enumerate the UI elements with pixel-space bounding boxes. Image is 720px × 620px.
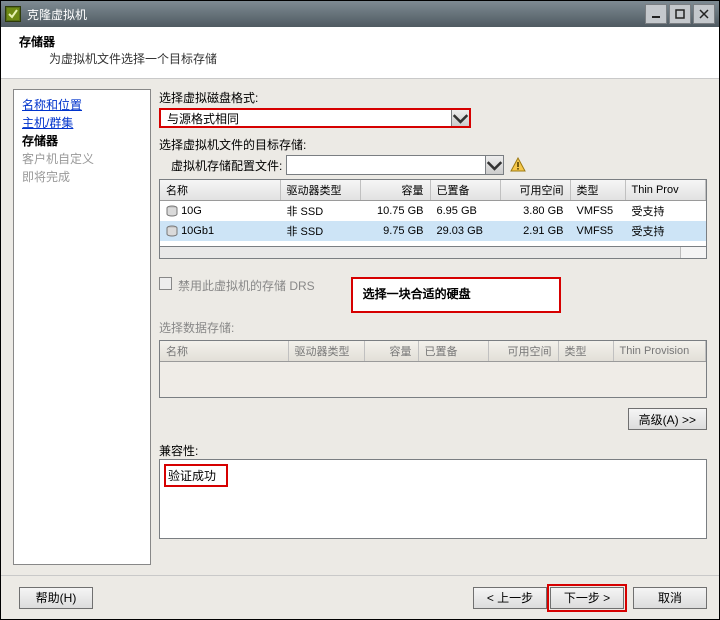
storage-profile-label: 虚拟机存储配置文件: [171,157,282,174]
datastore-icon [166,225,178,237]
col2-name: 名称 [160,341,288,362]
disable-storage-drs-checkbox [159,277,172,290]
window-title: 克隆虚拟机 [27,6,643,23]
datastore-icon [166,205,178,217]
col2-drive-type: 驱动器类型 [288,341,364,362]
disable-storage-drs-label: 禁用此虚拟机的存储 DRS [178,277,315,294]
disk-format-value: 与源格式相同 [161,110,451,127]
col-capacity[interactable]: 容量 [360,180,430,201]
wizard-footer: 帮助(H) < 上一步 下一步 > 取消 [1,575,719,619]
sidebar-item-ready-to-complete: 即将完成 [22,168,142,186]
col-drive-type[interactable]: 驱动器类型 [280,180,360,201]
col2-free: 可用空间 [488,341,558,362]
disk-format-label: 选择虚拟磁盘格式: [159,89,707,106]
window-buttons [643,4,715,24]
back-button[interactable]: < 上一步 [473,587,547,609]
col-provisioned[interactable]: 已置备 [430,180,500,201]
col2-thin: Thin Provision [613,341,706,362]
sidebar-item-storage: 存储器 [22,132,142,150]
compatibility-box: 验证成功 [159,459,707,539]
col-type[interactable]: 类型 [570,180,625,201]
col2-provisioned: 已置备 [418,341,488,362]
table-row[interactable]: 10G 非 SSD 10.75 GB 6.95 GB 3.80 GB VMFS5… [160,201,706,222]
disk-format-dropdown[interactable]: 与源格式相同 [159,108,471,128]
page-title: 存储器 [19,33,719,50]
col-thin[interactable]: Thin Prov [625,180,706,201]
close-button[interactable] [693,4,715,24]
app-icon [5,6,21,22]
col2-type: 类型 [558,341,613,362]
table-horizontal-scrollbar[interactable] [159,247,707,259]
cancel-button[interactable]: 取消 [633,587,707,609]
sidebar-item-name-location[interactable]: 名称和位置 [22,96,142,114]
compatibility-status: 验证成功 [164,464,228,487]
annotation-callout: 选择一块合适的硬盘 [351,277,561,313]
wizard-header: 存储器 为虚拟机文件选择一个目标存储 [1,27,719,79]
storage-profile-dropdown[interactable] [286,155,504,175]
sidebar-item-guest-customization: 客户机自定义 [22,150,142,168]
main-area: 名称和位置 主机/群集 存储器 客户机自定义 即将完成 选择虚拟磁盘格式: 与源… [1,79,719,575]
wizard-steps-sidebar: 名称和位置 主机/群集 存储器 客户机自定义 即将完成 [13,89,151,565]
chevron-down-icon [485,156,503,174]
col2-capacity: 容量 [364,341,418,362]
target-storage-label: 选择虚拟机文件的目标存储: [159,136,707,153]
compatibility-label: 兼容性: [159,442,707,459]
minimize-button[interactable] [645,4,667,24]
table-row[interactable]: 10Gb1 非 SSD 9.75 GB 29.03 GB 2.91 GB VMF… [160,221,706,241]
datastore-table[interactable]: 名称 驱动器类型 容量 已置备 可用空间 类型 Thin Prov 10G 非 [159,179,707,247]
page-subtitle: 为虚拟机文件选择一个目标存储 [49,50,719,67]
titlebar: 克隆虚拟机 [1,1,719,27]
datastore-table-secondary: 名称 驱动器类型 容量 已置备 可用空间 类型 Thin Provision [159,340,707,398]
sidebar-item-host-cluster[interactable]: 主机/群集 [22,114,142,132]
warning-icon [510,157,526,173]
col-name[interactable]: 名称 [160,180,280,201]
select-datastore-label: 选择数据存储: [159,319,707,336]
chevron-down-icon [451,110,469,126]
maximize-button[interactable] [669,4,691,24]
help-button[interactable]: 帮助(H) [19,587,93,609]
content-pane: 选择虚拟磁盘格式: 与源格式相同 选择虚拟机文件的目标存储: 虚拟机存储配置文件… [159,89,707,565]
advanced-button[interactable]: 高级(A) >> [628,408,707,430]
next-button[interactable]: 下一步 > [550,587,624,609]
col-free[interactable]: 可用空间 [500,180,570,201]
next-button-highlight: 下一步 > [547,584,627,612]
